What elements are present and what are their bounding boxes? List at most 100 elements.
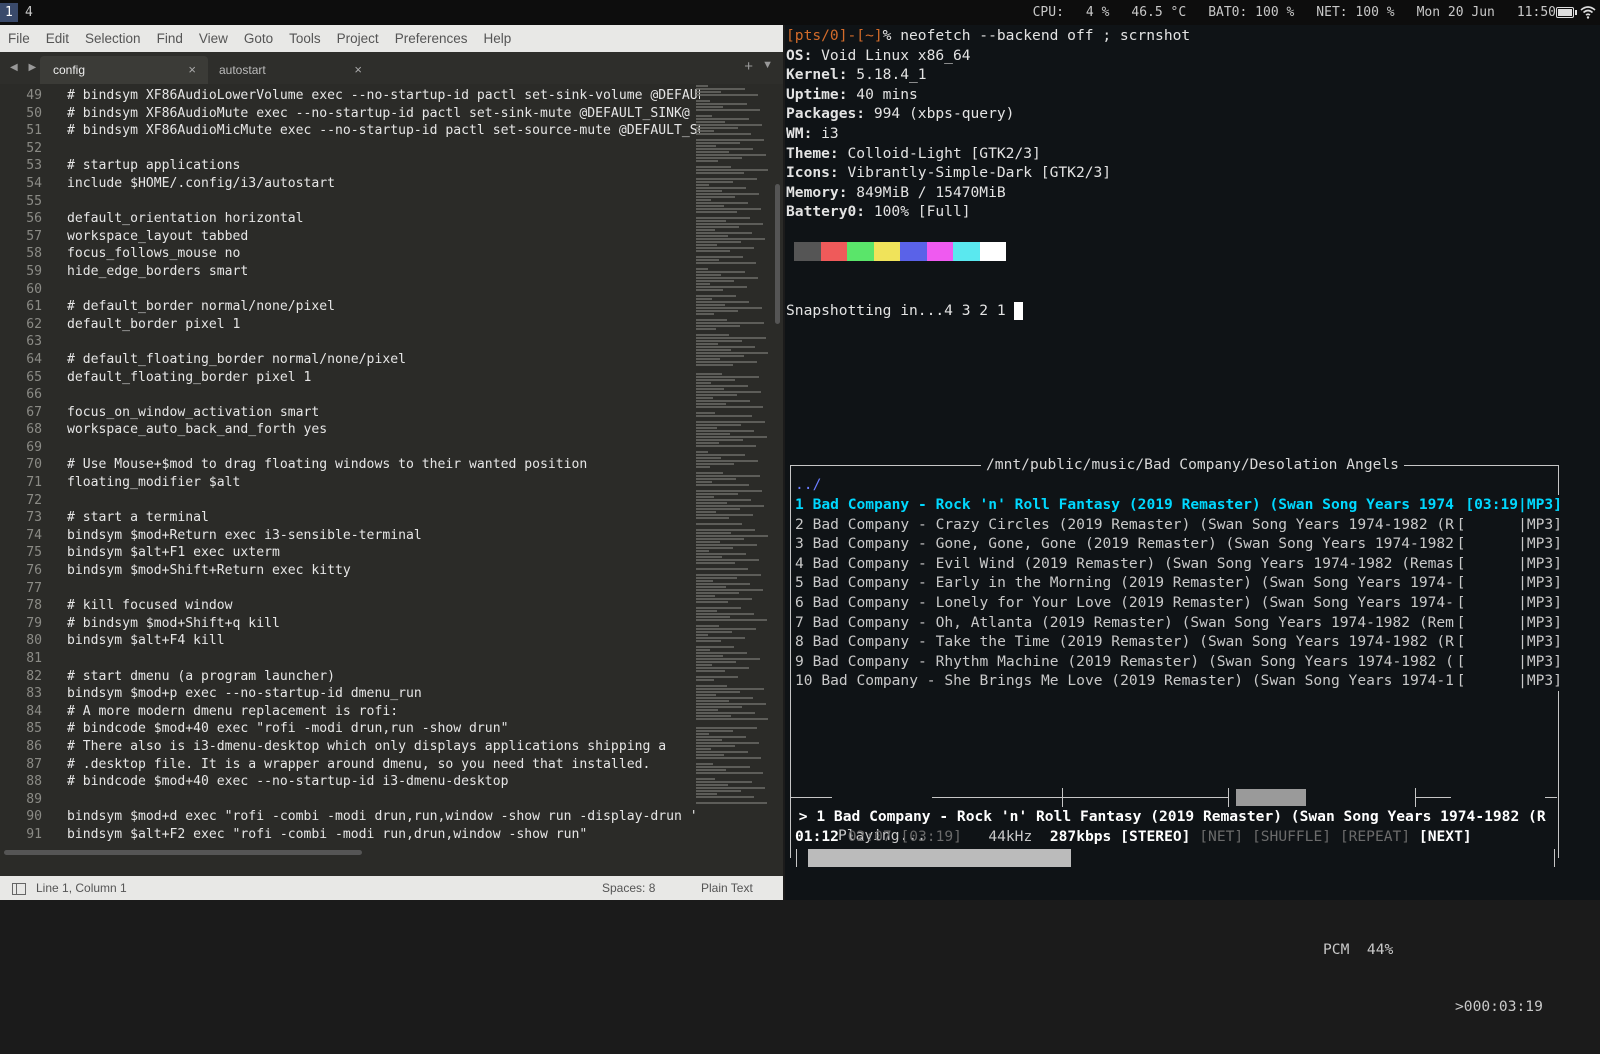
code-line[interactable]: 76 bindsym $mod+Shift+Return exec kitty	[0, 562, 700, 580]
horizontal-scrollbar[interactable]	[4, 849, 764, 857]
code-line[interactable]: 74 bindsym $mod+Return exec i3-sensible-t…	[0, 527, 700, 545]
code-line[interactable]: 83 bindsym $mod+p exec --no-startup-id dm…	[0, 685, 700, 703]
track-row[interactable]: 10 Bad Company - She Brings Me Love (201…	[795, 671, 1570, 691]
code-line[interactable]: 57 workspace_layout tabbed	[0, 228, 700, 246]
code-line[interactable]: 84 # A more modern dmenu replacement is r…	[0, 703, 700, 721]
code-line[interactable]: 81	[0, 650, 700, 668]
code-line[interactable]: 70 # Use Mouse+$mod to drag floating wind…	[0, 456, 700, 474]
syntax-setting[interactable]: Plain Text	[701, 876, 753, 900]
code-line[interactable]: 59 hide_edge_borders smart	[0, 263, 700, 281]
code-line[interactable]: 67 focus_on_window_activation smart	[0, 404, 700, 422]
cmus-player[interactable]: /mnt/public/music/Bad Company/Desolation…	[785, 453, 1600, 1015]
tab-list-icon[interactable]: ▼	[762, 59, 773, 71]
track-row[interactable]: 6 Bad Company - Lonely for Your Love (20…	[795, 593, 1570, 613]
code-line[interactable]: 72	[0, 492, 700, 510]
code-line[interactable]: 63	[0, 333, 700, 351]
workspace-1-button[interactable]: 1	[0, 3, 18, 22]
code-line[interactable]: 71 floating_modifier $alt	[0, 474, 700, 492]
scroll-thumb[interactable]	[4, 850, 362, 855]
scroll-thumb[interactable]	[775, 184, 780, 324]
code-line[interactable]: 65 default_floating_border pixel 1	[0, 369, 700, 387]
tab-nav-arrows[interactable]: ◀ ▶	[10, 62, 40, 73]
tab-config[interactable]: config ×	[40, 56, 208, 84]
code-line[interactable]: 60	[0, 281, 700, 299]
menu-preferences[interactable]: Preferences	[387, 31, 476, 46]
track-row[interactable]: 1 Bad Company - Rock 'n' Roll Fantasy (2…	[795, 495, 1570, 515]
terminal-window[interactable]: [pts/0]-[~]% neofetch --backend off ; sc…	[785, 25, 1600, 453]
track-row[interactable]: 7 Bad Company - Oh, Atlanta (2019 Remast…	[795, 612, 1570, 633]
track-row[interactable]: 9 Bad Company - Rhythm Machine (2019 Rem…	[795, 651, 1570, 672]
sidebar-toggle-icon[interactable]	[12, 883, 26, 895]
code-line[interactable]: 56 default_orientation horizontal	[0, 210, 700, 228]
code-line[interactable]: 85 # bindcode $mod+40 exec "rofi -modi dr…	[0, 720, 700, 738]
code-line[interactable]: 66	[0, 386, 700, 404]
menu-file[interactable]: File	[0, 31, 38, 46]
line-text: bindsym $mod+d exec "rofi -combi -modi d…	[67, 809, 698, 825]
workspace-4-button[interactable]: 4	[20, 3, 38, 22]
code-line[interactable]: 50 # bindsym XF86AudioMute exec --no-star…	[0, 105, 700, 123]
code-line[interactable]: 87 # .desktop file. It is a wrapper aroun…	[0, 756, 700, 774]
track-row[interactable]: 8 Bad Company - Take the Time (2019 Rema…	[795, 632, 1570, 652]
code-line[interactable]: 58 focus_follows_mouse no	[0, 245, 700, 263]
minimap-line	[696, 166, 731, 168]
code-line[interactable]: 64 # default_floating_border normal/none/…	[0, 351, 700, 369]
minimap-line	[696, 220, 726, 222]
battery-icon[interactable]	[1556, 6, 1577, 18]
code-line[interactable]: 77	[0, 580, 700, 598]
code-area[interactable]: 49 # bindsym XF86AudioLowerVolume exec --…	[0, 84, 700, 852]
minimap[interactable]	[696, 84, 774, 849]
code-line[interactable]: 69	[0, 439, 700, 457]
menu-view[interactable]: View	[191, 31, 236, 46]
code-line[interactable]: 73 # start a terminal	[0, 509, 700, 527]
new-tab-icon[interactable]: +	[744, 58, 753, 75]
code-line[interactable]: 55	[0, 193, 700, 211]
code-line[interactable]: 78 # kill focused window	[0, 597, 700, 615]
tab-autostart[interactable]: autostart ×	[206, 56, 374, 84]
indentation-setting[interactable]: Spaces: 8	[602, 876, 655, 900]
color-palette	[794, 242, 1006, 261]
code-line[interactable]: 82 # start dmenu (a program launcher)	[0, 668, 700, 686]
track-row[interactable]: 5 Bad Company - Early in the Morning (20…	[795, 573, 1570, 593]
vertical-scrollbar[interactable]	[774, 84, 781, 849]
code-line[interactable]: 80 bindsym $alt+F4 kill	[0, 632, 700, 650]
snapshot-text: Snapshotting in...4 3 2 1	[786, 302, 1015, 319]
menu-goto[interactable]: Goto	[236, 31, 281, 46]
sysinfo-key: Kernel:	[786, 66, 848, 84]
minimap-line	[696, 298, 712, 300]
wifi-icon[interactable]	[1580, 5, 1596, 19]
menu-edit[interactable]: Edit	[38, 31, 77, 46]
minimap-line	[696, 196, 735, 198]
code-line[interactable]: 52	[0, 140, 700, 158]
line-number: 51	[26, 123, 42, 139]
code-line[interactable]: 91 bindsym $alt+F2 exec "rofi -combi -mod…	[0, 826, 700, 844]
track-row[interactable]: 3 Bad Company - Gone, Gone, Gone (2019 R…	[795, 534, 1570, 554]
track-row[interactable]: 4 Bad Company - Evil Wind (2019 Remaster…	[795, 553, 1570, 574]
code-line[interactable]: 53 # startup applications	[0, 157, 700, 175]
code-line[interactable]: 49 # bindsym XF86AudioLowerVolume exec --…	[0, 87, 700, 105]
menu-help[interactable]: Help	[476, 31, 520, 46]
menu-selection[interactable]: Selection	[77, 31, 149, 46]
code-line[interactable]: 89	[0, 791, 700, 809]
minimap-line	[696, 271, 745, 273]
code-line[interactable]: 62 default_border pixel 1	[0, 316, 700, 334]
menu-find[interactable]: Find	[149, 31, 191, 46]
code-line[interactable]: 54 include $HOME/.config/i3/autostart	[0, 175, 700, 193]
volume-bar[interactable]	[1236, 789, 1306, 806]
parent-dir-item[interactable]: ../	[795, 475, 1570, 495]
minimap-line	[696, 349, 731, 351]
code-line[interactable]: 68 workspace_auto_back_and_forth yes	[0, 421, 700, 439]
code-line[interactable]: 88 # bindcode $mod+40 exec --no-startup-i…	[0, 773, 700, 791]
code-line[interactable]: 79 # bindsym $mod+Shift+q kill	[0, 615, 700, 633]
code-line[interactable]: 51 # bindsym XF86AudioMicMute exec --no-s…	[0, 122, 700, 140]
seek-bar[interactable]	[796, 849, 1556, 867]
code-line[interactable]: 90 bindsym $mod+d exec "rofi -combi -modi…	[0, 808, 700, 826]
track-row[interactable]: 2 Bad Company - Crazy Circles (2019 Rema…	[795, 514, 1570, 535]
close-icon[interactable]: ×	[188, 56, 196, 84]
code-line[interactable]: 86 # There also is i3-dmenu-desktop which…	[0, 738, 700, 756]
close-icon[interactable]: ×	[354, 56, 362, 84]
code-line[interactable]: 61 # default_border normal/none/pixel	[0, 298, 700, 316]
menu-tools[interactable]: Tools	[281, 31, 329, 46]
line-number: 74	[26, 527, 42, 543]
menu-project[interactable]: Project	[329, 31, 387, 46]
code-line[interactable]: 75 bindsym $alt+F1 exec uxterm	[0, 544, 700, 562]
